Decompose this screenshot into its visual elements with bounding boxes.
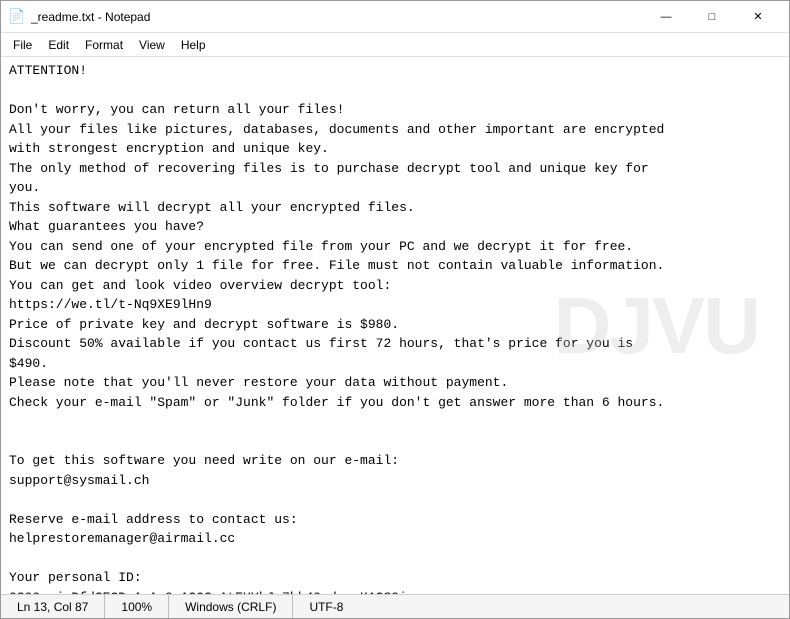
window-controls: — □ ✕: [643, 1, 781, 33]
menu-bar: File Edit Format View Help: [1, 33, 789, 57]
menu-edit[interactable]: Edit: [40, 34, 77, 56]
window-title: _readme.txt - Notepad: [31, 10, 643, 24]
title-bar: 📄 _readme.txt - Notepad — □ ✕: [1, 1, 789, 33]
menu-file[interactable]: File: [5, 34, 40, 56]
app-icon: 📄: [9, 9, 25, 25]
menu-help[interactable]: Help: [173, 34, 214, 56]
maximize-button[interactable]: □: [689, 1, 735, 33]
text-editor-area[interactable]: DJVU ATTENTION! Don't worry, you can ret…: [1, 57, 789, 594]
status-bar: Ln 13, Col 87 100% Windows (CRLF) UTF-8: [1, 594, 789, 618]
close-button[interactable]: ✕: [735, 1, 781, 33]
menu-format[interactable]: Format: [77, 34, 131, 56]
status-line-ending: Windows (CRLF): [169, 595, 293, 618]
notepad-window: 📄 _readme.txt - Notepad — □ ✕ File Edit …: [0, 0, 790, 619]
minimize-button[interactable]: —: [643, 1, 689, 33]
status-ln-col: Ln 13, Col 87: [1, 595, 105, 618]
document-content: ATTENTION! Don't worry, you can return a…: [9, 61, 781, 594]
status-zoom: 100%: [105, 595, 169, 618]
status-encoding: UTF-8: [293, 595, 359, 618]
menu-view[interactable]: View: [131, 34, 173, 56]
